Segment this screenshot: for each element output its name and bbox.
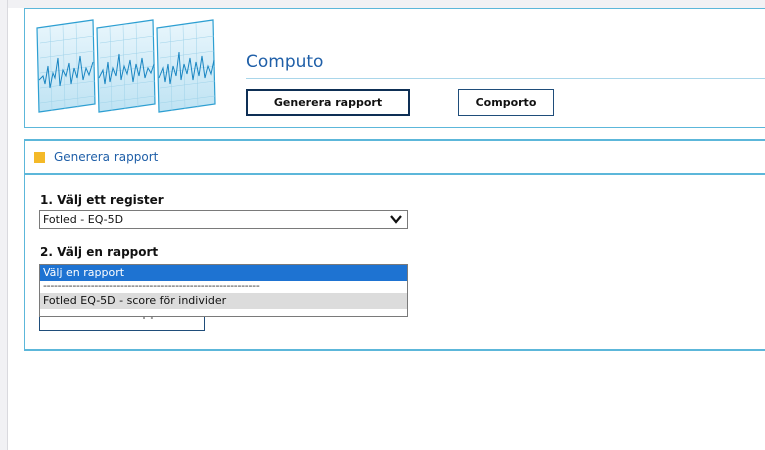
panel-marker-icon — [34, 152, 45, 163]
panel-header: Generera rapport — [25, 141, 765, 175]
step1-label: 1. Välj ett register — [40, 193, 164, 207]
dropdown-option[interactable]: Välj en rapport — [40, 265, 407, 281]
comporto-tab-button[interactable]: Comporto — [458, 89, 554, 116]
register-select-value: Fotled - EQ-5D — [43, 213, 124, 226]
generate-report-tab-button[interactable]: Generera rapport — [246, 89, 410, 116]
dropdown-separator: ----------------------------------------… — [43, 281, 260, 292]
page-content: Computo Generera rapport Comporto Genere… — [8, 8, 765, 450]
step2-label: 2. Välj en rapport — [40, 245, 159, 259]
chevron-down-icon — [390, 215, 402, 224]
app-title: Computo — [246, 52, 324, 72]
panel-title: Generera rapport — [54, 150, 159, 164]
generate-report-panel: Generera rapport 1. Välj ett register Fo… — [24, 139, 765, 351]
title-divider — [246, 78, 765, 79]
report-dropdown-list[interactable]: Välj en rapport ------------------------… — [39, 264, 408, 317]
register-select[interactable]: Fotled - EQ-5D — [39, 210, 408, 229]
logo-monitor-graph-icon — [36, 19, 216, 113]
header-panel: Computo Generera rapport Comporto — [24, 8, 765, 128]
dropdown-option[interactable]: Fotled EQ-5D - score för individer — [40, 293, 407, 309]
